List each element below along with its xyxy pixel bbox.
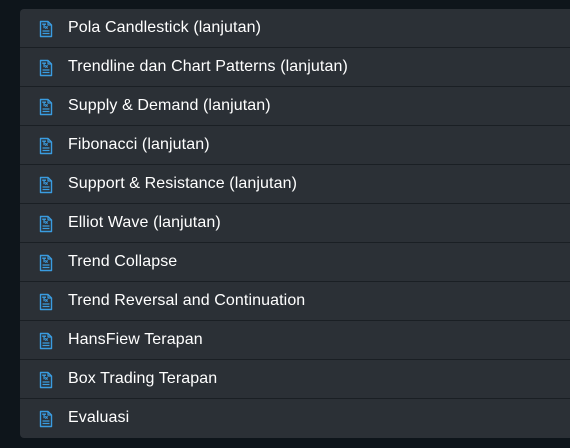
lesson-label: Trend Reversal and Continuation [68, 292, 306, 309]
lesson-label: HansFiew Terapan [68, 331, 203, 348]
lesson-item[interactable]: Trend Collapse [20, 243, 570, 282]
text-document-icon [38, 59, 54, 77]
lesson-item[interactable]: Trend Reversal and Continuation [20, 282, 570, 321]
lesson-item[interactable]: Elliot Wave (lanjutan) [20, 204, 570, 243]
lesson-label: Fibonacci (lanjutan) [68, 136, 210, 153]
text-document-icon [38, 410, 54, 428]
lesson-item[interactable]: Trendline dan Chart Patterns (lanjutan) [20, 48, 570, 87]
text-document-icon [38, 176, 54, 194]
lesson-label: Trendline dan Chart Patterns (lanjutan) [68, 58, 348, 75]
lesson-item[interactable]: Support & Resistance (lanjutan) [20, 165, 570, 204]
lesson-list: Pola Candlestick (lanjutan) Trendline da… [20, 9, 570, 438]
text-document-icon [38, 20, 54, 38]
lesson-label: Pola Candlestick (lanjutan) [68, 19, 262, 36]
text-document-icon [38, 332, 54, 350]
text-document-icon [38, 98, 54, 116]
lesson-label: Box Trading Terapan [68, 370, 218, 387]
text-document-icon [38, 137, 54, 155]
lesson-label: Trend Collapse [68, 253, 178, 270]
lesson-label: Elliot Wave (lanjutan) [68, 214, 221, 231]
lesson-item[interactable]: Evaluasi [20, 399, 570, 437]
lesson-item[interactable]: Fibonacci (lanjutan) [20, 126, 570, 165]
lesson-item[interactable]: Supply & Demand (lanjutan) [20, 87, 570, 126]
text-document-icon [38, 215, 54, 233]
text-document-icon [38, 371, 54, 389]
lesson-label: Supply & Demand (lanjutan) [68, 97, 271, 114]
page: Pola Candlestick (lanjutan) Trendline da… [0, 0, 570, 448]
lesson-label: Evaluasi [68, 409, 130, 426]
lesson-item[interactable]: Pola Candlestick (lanjutan) [20, 9, 570, 48]
text-document-icon [38, 254, 54, 272]
lesson-item[interactable]: Box Trading Terapan [20, 360, 570, 399]
lesson-label: Support & Resistance (lanjutan) [68, 175, 297, 192]
text-document-icon [38, 293, 54, 311]
lesson-item[interactable]: HansFiew Terapan [20, 321, 570, 360]
